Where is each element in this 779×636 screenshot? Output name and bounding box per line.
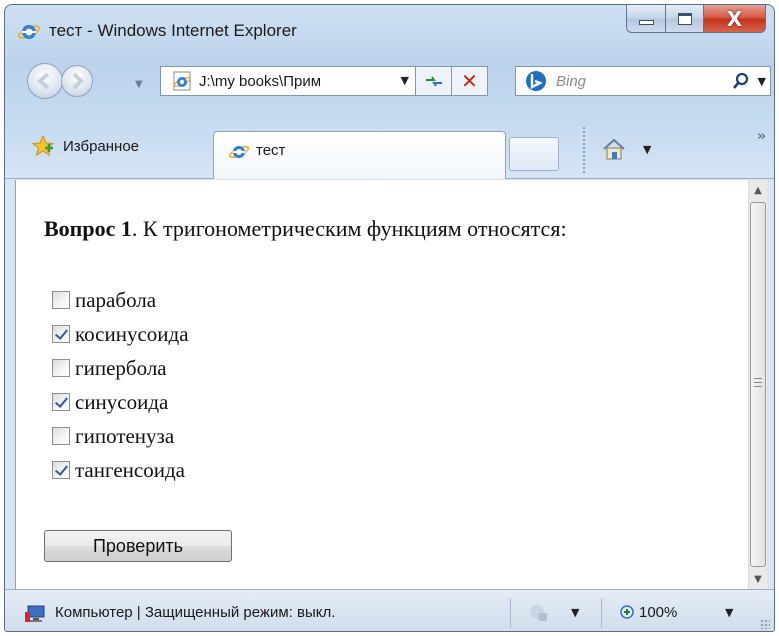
- home-dropdown-icon[interactable]: ▼: [643, 143, 651, 156]
- option-label: синусоида: [75, 389, 169, 414]
- home-icon[interactable]: [601, 137, 627, 161]
- minimize-button[interactable]: [626, 5, 666, 33]
- option-checkbox[interactable]: [52, 359, 70, 377]
- question-body: . К тригонометрическим функциям относятс…: [131, 216, 567, 241]
- maximize-button[interactable]: [666, 5, 704, 33]
- status-bar: Компьютер | Защищенный режим: выкл. ▼ 10…: [5, 589, 774, 631]
- bing-icon: [526, 71, 546, 91]
- status-divider: [510, 598, 511, 628]
- back-button[interactable]: [27, 63, 63, 99]
- toolbar-separator: [583, 127, 585, 173]
- option-checkbox[interactable]: [52, 325, 70, 343]
- ie-logo-icon: [228, 145, 250, 159]
- option-label: косинусоида: [75, 321, 189, 346]
- zoom-level[interactable]: 100%: [639, 604, 677, 621]
- new-tab-button[interactable]: [509, 137, 559, 171]
- option-item[interactable]: тангенсоида: [52, 453, 189, 487]
- option-checkbox[interactable]: [52, 427, 70, 445]
- address-dropdown-icon[interactable]: ▼: [401, 74, 409, 87]
- ie-page-icon: [173, 71, 191, 91]
- favorites-bar: Избранное тест ▼ ››: [5, 109, 774, 179]
- option-checkbox[interactable]: [52, 291, 70, 309]
- history-dropdown-icon[interactable]: ▼: [135, 79, 143, 90]
- zoom-dropdown-icon[interactable]: ▼: [725, 606, 733, 619]
- option-label: гипербола: [75, 355, 167, 380]
- star-icon: [31, 134, 55, 157]
- vertical-scrollbar[interactable]: ▲ ▼: [748, 180, 767, 589]
- stop-icon: ✕: [461, 69, 478, 93]
- search-box[interactable]: Bing ▼: [515, 66, 771, 96]
- option-item[interactable]: гипотенуза: [52, 419, 189, 453]
- refresh-icon: [425, 76, 442, 87]
- option-checkbox[interactable]: [52, 461, 70, 479]
- computer-icon: [25, 605, 45, 622]
- search-placeholder: Bing: [556, 72, 587, 90]
- browser-window: тест - Windows Internet Explorer X ▼ J:\…: [4, 4, 775, 632]
- option-label: парабола: [75, 287, 157, 312]
- maximize-icon: [677, 12, 692, 25]
- toolbar-overflow-icon[interactable]: ››: [757, 129, 766, 144]
- ie-logo-icon: [17, 25, 41, 39]
- navigation-bar: ▼ J:\my books\Прим ▼ ✕ Bing ▼: [5, 49, 774, 109]
- status-text: Компьютер | Защищенный режим: выкл.: [55, 604, 336, 621]
- zoom-icon[interactable]: [619, 604, 637, 622]
- favorites-label: Избранное: [63, 137, 140, 155]
- window-title: тест - Windows Internet Explorer: [49, 21, 297, 40]
- back-arrow-icon: [36, 72, 50, 90]
- question-text: Вопрос 1. К тригонометрическим функциям …: [44, 216, 567, 242]
- close-icon: X: [726, 6, 743, 31]
- option-item[interactable]: парабола: [52, 283, 189, 317]
- page-content: Вопрос 1. К тригонометрическим функциям …: [15, 180, 767, 589]
- status-divider: [601, 598, 602, 628]
- option-label: гипотенуза: [75, 423, 175, 448]
- option-label: тангенсоида: [75, 457, 185, 482]
- tab-label: тест: [256, 142, 286, 159]
- option-item[interactable]: синусоида: [52, 385, 189, 419]
- search-icon[interactable]: [732, 72, 750, 90]
- zone-dropdown-icon[interactable]: ▼: [571, 606, 579, 619]
- favorites-button[interactable]: Избранное: [31, 131, 139, 161]
- option-checkbox[interactable]: [52, 393, 70, 411]
- scroll-thumb[interactable]: [750, 202, 766, 567]
- options-list: парабола косинусоида гипербола синусоида…: [52, 283, 189, 487]
- check-button[interactable]: Проверить: [44, 530, 232, 562]
- option-item[interactable]: гипербола: [52, 351, 189, 385]
- search-dropdown-icon[interactable]: ▼: [758, 75, 766, 88]
- title-bar: тест - Windows Internet Explorer X: [5, 5, 774, 49]
- tab-active[interactable]: тест: [213, 131, 506, 179]
- security-zone-icon[interactable]: [527, 602, 549, 624]
- forward-button[interactable]: [61, 65, 93, 97]
- scroll-down-icon[interactable]: ▼: [749, 569, 767, 589]
- caption-buttons: X: [626, 5, 766, 35]
- question-number: Вопрос 1: [44, 216, 132, 241]
- refresh-button[interactable]: [416, 66, 452, 96]
- stop-button[interactable]: ✕: [452, 66, 488, 96]
- scroll-grip-icon: [754, 378, 762, 387]
- option-item[interactable]: косинусоида: [52, 317, 189, 351]
- address-bar[interactable]: J:\my books\Прим ▼: [160, 66, 416, 96]
- address-text: J:\my books\Прим: [199, 72, 322, 90]
- close-button[interactable]: X: [704, 5, 766, 33]
- minimize-icon: [638, 20, 654, 25]
- forward-arrow-icon: [72, 72, 84, 90]
- scroll-up-icon[interactable]: ▲: [749, 180, 767, 200]
- resize-grip-icon[interactable]: [760, 619, 770, 629]
